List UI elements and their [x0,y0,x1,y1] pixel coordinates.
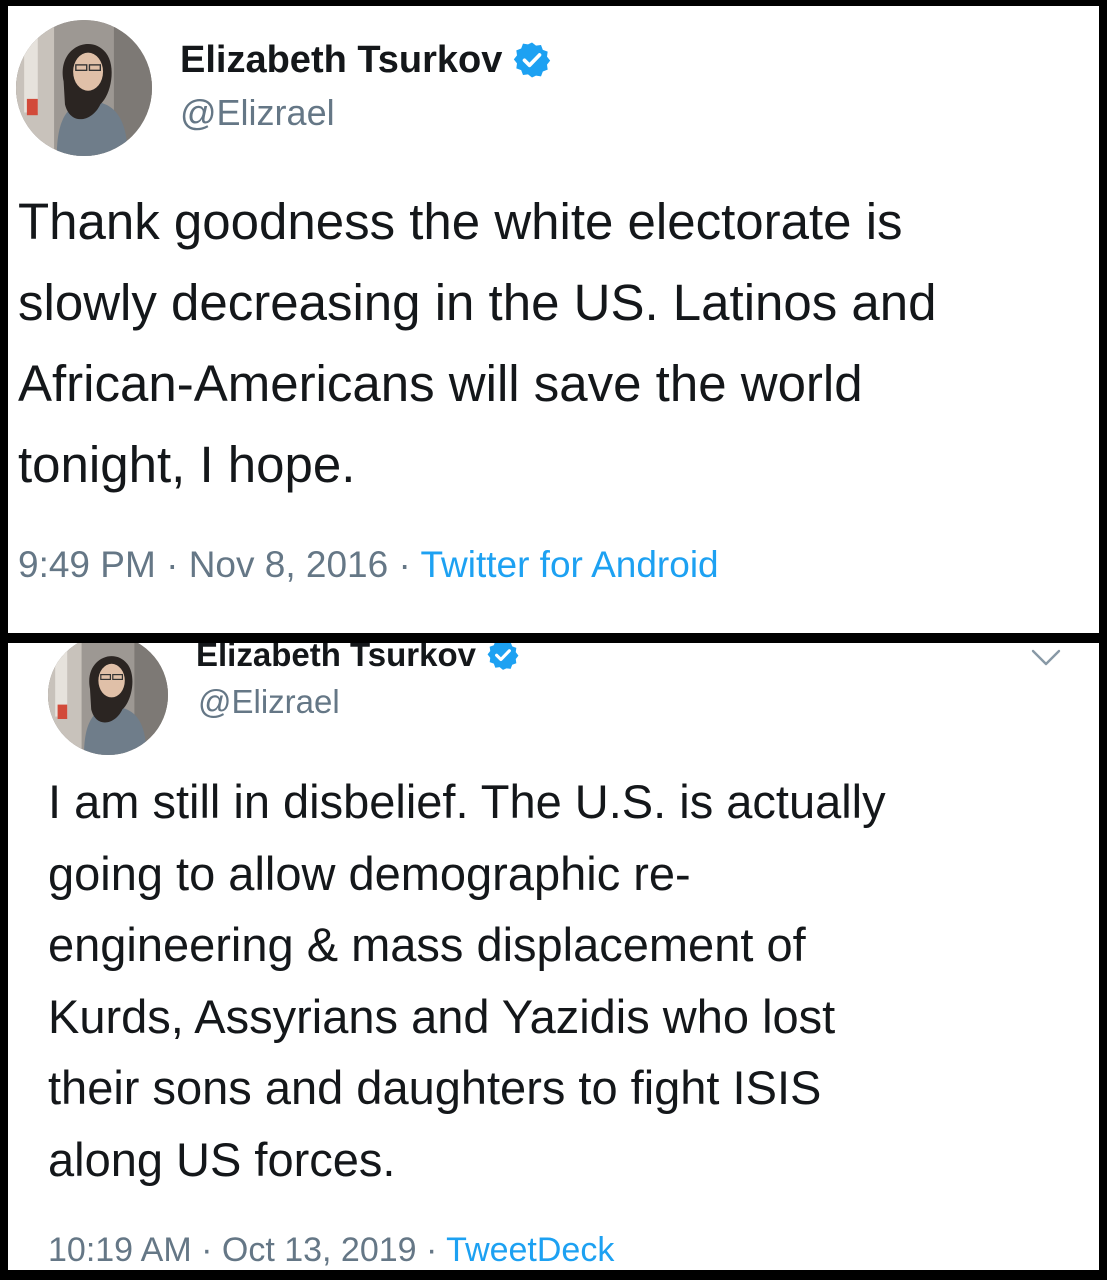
tweet-time[interactable]: 10:19 AM [48,1231,192,1269]
author-handle[interactable]: @Elizrael [180,92,335,134]
tweet-time[interactable]: 9:49 PM [18,544,156,585]
author-name[interactable]: Elizabeth Tsurkov [196,643,476,674]
meta-separator: · [416,1231,447,1269]
tweet-date[interactable]: Oct 13, 2019 [222,1231,417,1269]
author-name-row[interactable]: Elizabeth Tsurkov [196,643,520,673]
tweet-source-link[interactable]: TweetDeck [446,1231,614,1269]
tweet-text: Thank goodness the white electorate is s… [18,193,937,493]
tweet-meta: 10:19 AM · Oct 13, 2019 · TweetDeck [48,1231,614,1270]
avatar[interactable] [16,20,152,156]
chevron-down-icon[interactable] [1031,649,1061,667]
tweet-text: I am still in disbelief. The U.S. is act… [48,775,886,1186]
meta-separator: · [191,1231,222,1269]
meta-separator: · [155,544,189,585]
avatar-photo [48,643,168,755]
verified-badge-icon [514,42,551,78]
meta-separator: · [388,544,421,585]
tweet-card-1[interactable]: Elizabeth Tsurkov @Elizrael Thank goodne… [8,6,1099,633]
avatar-photo [16,20,152,156]
tweet-card-2[interactable]: Elizabeth Tsurkov @Elizrael I am still i… [8,643,1099,1270]
avatar[interactable] [48,643,168,755]
tweet-meta: 9:49 PM · Nov 8, 2016 · Twitter for Andr… [18,544,719,586]
author-name[interactable]: Elizabeth Tsurkov [180,39,502,82]
tweet-date[interactable]: Nov 8, 2016 [189,544,389,585]
author-name-row[interactable]: Elizabeth Tsurkov [180,36,552,84]
tweet-source-link[interactable]: Twitter for Android [420,544,718,585]
verified-badge-icon [487,643,519,670]
author-handle[interactable]: @Elizrael [198,683,340,721]
